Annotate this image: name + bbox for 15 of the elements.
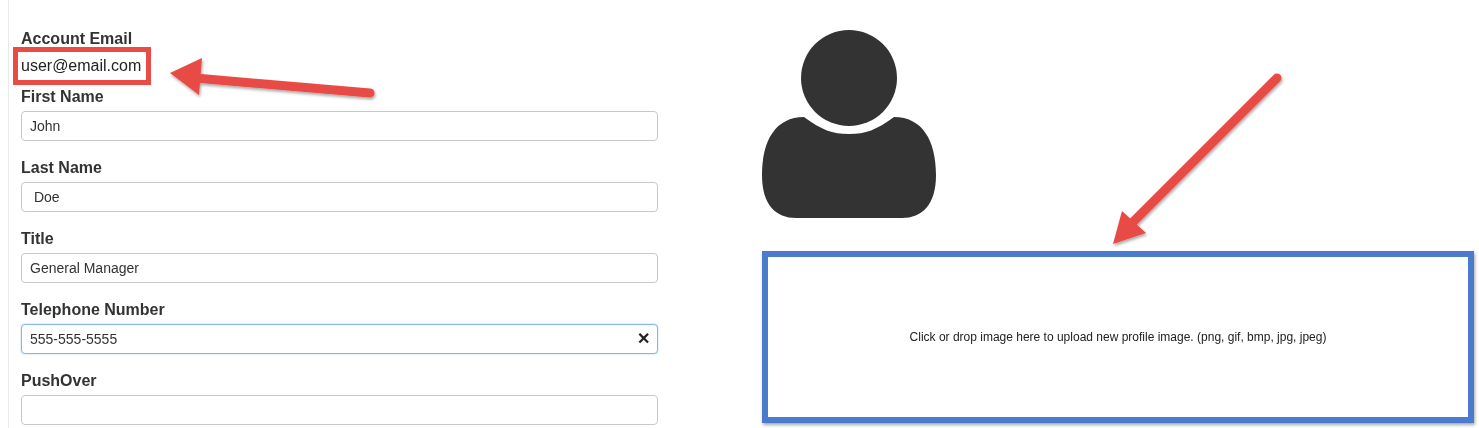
input-field[interactable] (21, 395, 658, 425)
input-field[interactable]: John (21, 111, 658, 141)
clear-button[interactable]: ✕ (635, 329, 652, 348)
upload-instructions: Click or drop image here to upload new profile image. (png, gif, bmp, jpg, jpeg) (909, 330, 1327, 344)
field-label: Telephone Number (21, 300, 165, 319)
field-label: PushOver (21, 371, 97, 390)
account-email: user@email.com (21, 57, 142, 75)
input-field[interactable]: General Manager (21, 253, 658, 283)
input-field[interactable]: Doe (21, 182, 658, 212)
field-label: Account Email (21, 29, 133, 48)
field-label: First Name (21, 87, 104, 106)
field-label: Last Name (21, 158, 102, 177)
user-avatar-icon (762, 30, 936, 218)
field-label: Title (21, 229, 54, 248)
upload-dropzone[interactable]: Click or drop image here to upload new profile image. (png, gif, bmp, jpg, jpeg) (762, 251, 1474, 423)
